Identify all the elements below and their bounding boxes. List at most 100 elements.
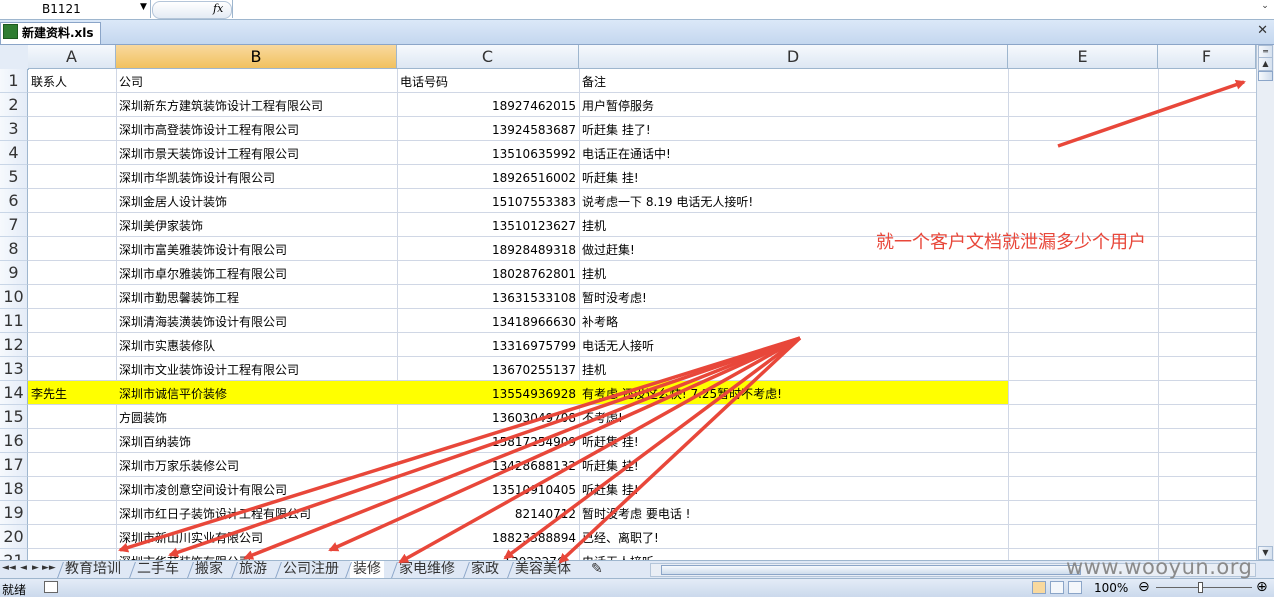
cell-phone[interactable]: 13670255137 — [397, 357, 579, 381]
sheet-tab[interactable]: 家政 — [468, 561, 502, 578]
workbook-tab[interactable]: 新建资料.xls — [0, 22, 101, 44]
cell-note[interactable]: 不考虑! — [579, 405, 1008, 429]
cell-contact[interactable] — [28, 429, 116, 453]
cell-note[interactable]: 已经、离职了! — [579, 525, 1008, 549]
cell-phone[interactable]: 82140712 — [397, 501, 579, 525]
sheet-tab[interactable]: 家电维修 — [396, 561, 458, 578]
scroll-thumb[interactable] — [1258, 71, 1273, 81]
cell-contact[interactable] — [28, 525, 116, 549]
row-header[interactable]: 4 — [0, 141, 28, 165]
cell-note[interactable]: 听赶集 挂了! — [579, 117, 1008, 141]
cell-phone[interactable]: 电话号码 — [397, 69, 579, 93]
sheet-tab[interactable]: 美容美体 — [512, 561, 574, 578]
cell-company[interactable]: 深圳市凌创意空间设计有限公司 — [116, 477, 397, 501]
row-header[interactable]: 18 — [0, 477, 28, 501]
cell-company[interactable]: 深圳市实惠装修队 — [116, 333, 397, 357]
row-header[interactable]: 9 — [0, 261, 28, 285]
cell-company[interactable]: 深圳百纳装饰 — [116, 429, 397, 453]
page-break-view-icon[interactable] — [1068, 581, 1082, 594]
cell-company[interactable]: 深圳市华艺装饰有限公司 — [116, 549, 397, 560]
cell-contact[interactable] — [28, 213, 116, 237]
cell-contact[interactable] — [28, 333, 116, 357]
row-header[interactable]: 19 — [0, 501, 28, 525]
cell-company[interactable]: 深圳新东方建筑装饰设计工程有限公司 — [116, 93, 397, 117]
dropdown-arrow-icon[interactable]: ▼ — [140, 2, 147, 12]
next-sheet-icon[interactable]: ► — [32, 563, 39, 573]
sheet-tab[interactable]: 旅游 — [236, 561, 270, 578]
cell-phone[interactable]: 18823388894 — [397, 525, 579, 549]
cell-contact[interactable] — [28, 285, 116, 309]
sheet-tab[interactable]: 搬家 — [192, 561, 226, 578]
zoom-in-icon[interactable]: ⊕ — [1256, 579, 1268, 595]
column-header-c[interactable]: C — [397, 45, 579, 69]
insert-sheet-icon[interactable]: ✎ — [588, 561, 606, 578]
row-header[interactable]: 1 — [0, 69, 28, 93]
cell-note[interactable]: 暂时没考虑 要电话 ! — [579, 501, 1008, 525]
cell-company[interactable]: 深圳金居人设计装饰 — [116, 189, 397, 213]
cell-phone[interactable]: 13923276... — [397, 549, 579, 560]
cell-phone[interactable]: 18926516002 — [397, 165, 579, 189]
cell-company[interactable]: 深圳市诚信平价装修 — [116, 381, 397, 405]
cell-phone[interactable]: 18028762801 — [397, 261, 579, 285]
sheet-tab[interactable]: 公司注册 — [280, 561, 342, 578]
cell-contact[interactable]: 李先生 — [28, 381, 116, 405]
formula-input[interactable] — [232, 0, 1255, 18]
sheet-tab[interactable]: 装修 — [350, 561, 384, 578]
cell-company[interactable]: 方圆装饰 — [116, 405, 397, 429]
row-header[interactable]: 12 — [0, 333, 28, 357]
sheet-tab[interactable]: 教育培训 — [62, 561, 124, 578]
row-header[interactable]: 11 — [0, 309, 28, 333]
cell-contact[interactable] — [28, 189, 116, 213]
cell-phone[interactable]: 13418966630 — [397, 309, 579, 333]
macro-record-icon[interactable] — [44, 581, 58, 593]
cell-company[interactable]: 深圳市勤思馨装饰工程 — [116, 285, 397, 309]
cell-note[interactable]: 挂机 — [579, 261, 1008, 285]
cell-contact[interactable] — [28, 453, 116, 477]
cell-note[interactable]: 电话无人接听 — [579, 549, 1008, 560]
cell-company[interactable]: 深圳市万家乐装修公司 — [116, 453, 397, 477]
cell-note[interactable]: 用户暂停服务 — [579, 93, 1008, 117]
row-header[interactable]: 21 — [0, 549, 28, 560]
zoom-slider[interactable] — [1156, 587, 1252, 588]
insert-function-button[interactable]: fx — [152, 1, 232, 19]
cell-note[interactable]: 电话正在通话中! — [579, 141, 1008, 165]
cell-phone[interactable]: 13510910405 — [397, 477, 579, 501]
cell-contact[interactable] — [28, 309, 116, 333]
cell-contact[interactable] — [28, 357, 116, 381]
cell-note[interactable]: 暂时没考虑! — [579, 285, 1008, 309]
row-header[interactable]: 8 — [0, 237, 28, 261]
cell-contact[interactable] — [28, 477, 116, 501]
row-header[interactable]: 5 — [0, 165, 28, 189]
cell-phone[interactable]: 18928489318 — [397, 237, 579, 261]
last-sheet-icon[interactable]: ►► — [42, 563, 56, 573]
row-header[interactable]: 10 — [0, 285, 28, 309]
cell-phone[interactable]: 18927462015 — [397, 93, 579, 117]
cell-contact[interactable] — [28, 141, 116, 165]
zoom-slider-handle[interactable] — [1198, 582, 1203, 593]
cell-company[interactable]: 深圳市华凯装饰设计有限公司 — [116, 165, 397, 189]
row-header[interactable]: 2 — [0, 93, 28, 117]
cell-company[interactable]: 公司 — [116, 69, 397, 93]
cell-contact[interactable] — [28, 549, 116, 560]
row-header[interactable]: 3 — [0, 117, 28, 141]
cell-note[interactable]: 听赶集 挂! — [579, 453, 1008, 477]
row-header[interactable]: 14 — [0, 381, 28, 405]
cell-phone[interactable]: 13554936928 — [397, 381, 579, 405]
cell-contact[interactable] — [28, 165, 116, 189]
cell-company[interactable]: 深圳市高登装饰设计工程有限公司 — [116, 117, 397, 141]
cell-note[interactable]: 有考虑 还没这么快! 7.25暂时不考虑! — [579, 381, 1008, 405]
cell-note[interactable]: 听赶集 挂! — [579, 165, 1008, 189]
expand-formula-bar-icon[interactable]: ⌄ — [1258, 1, 1272, 17]
cell-phone[interactable]: 13316975799 — [397, 333, 579, 357]
scroll-down-icon[interactable]: ▼ — [1258, 546, 1273, 560]
row-header[interactable]: 15 — [0, 405, 28, 429]
cell-note[interactable]: 说考虑一下 8.19 电话无人接听! — [579, 189, 1008, 213]
cell-contact[interactable] — [28, 261, 116, 285]
sheet-tab[interactable]: 二手车 — [134, 561, 182, 578]
cell-phone[interactable]: 13603049708 — [397, 405, 579, 429]
normal-view-icon[interactable] — [1032, 581, 1046, 594]
cell-company[interactable]: 深圳市卓尔雅装饰工程有限公司 — [116, 261, 397, 285]
column-header-d[interactable]: D — [579, 45, 1008, 69]
cell-company[interactable]: 深圳清海装潢装饰设计有限公司 — [116, 309, 397, 333]
cell-contact[interactable] — [28, 501, 116, 525]
